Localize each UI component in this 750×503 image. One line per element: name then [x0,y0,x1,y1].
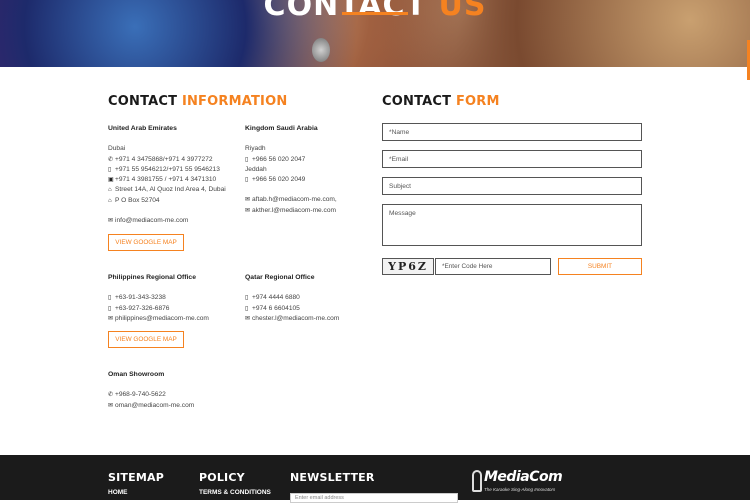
office-phone: +968-9-740-5622 [115,391,166,399]
newsletter-email-input[interactable]: Enter email address [290,493,458,503]
office-name: United Arab Emirates [108,125,177,132]
philippines-google-map-button[interactable]: VIEW GOOGLE MAP [108,331,184,348]
mobile-icon: ▯ [245,156,249,163]
email-icon: ✉ [108,218,114,225]
logo-tagline: The Karaoke Sing-Along Innovators [484,487,556,492]
microphone-image [312,38,330,62]
office-address: Street 14A, Al Quoz Ind Area 4, Dubai [115,186,226,194]
office-email-line[interactable]: ✉ akther.l@mediacom-me.com [245,206,337,216]
heading-word-1: CONTACT [382,94,452,109]
office-fax-line: ▣+971 4 3981755 / +971 4 3471310 [108,175,226,185]
phone-icon: ✆ [108,392,114,399]
heading-word-2: FORM [455,94,500,109]
office-email-line[interactable]: ✉ aftab.h@mediacom-me.com, [245,195,337,205]
contact-form-heading: CONTACT FORM [382,94,500,109]
office-mobile: +971 55 9546212/+971 55 9546213 [115,165,220,173]
office-email[interactable]: philippines@mediacom-me.com [115,315,209,322]
mediacom-logo[interactable]: MediaCom The Karaoke Sing-Along Innovato… [472,469,572,499]
message-textarea[interactable]: Message [382,204,642,246]
office-mobile: +63-91-343-3238 [115,294,166,302]
email-icon: ✉ [108,402,114,409]
home-icon: ⌂ [108,187,112,194]
mobile-icon: ▯ [245,177,249,184]
office-mobile: +974 4444 6880 [252,294,300,302]
footer-sitemap-title: SITEMAP [108,471,164,484]
office-email[interactable]: info@mediacom-me.com [115,217,188,224]
office-mobile: +974 6 6604105 [252,304,300,312]
site-footer: SITEMAP HOME POLICY TERMS & CONDITIONS N… [0,455,750,503]
office-mobile-line: ▯ +974 6 6604105 [245,304,339,314]
office-mobile-line: ▯ +966 56 020 2047 [245,155,337,165]
phone-icon: ✆ [108,156,114,163]
contact-information-heading: CONTACT INFORMATION [108,94,287,109]
office-pobox: P O Box 52704 [115,196,160,204]
microphone-logo-icon [472,470,482,492]
email-icon: ✉ [245,315,251,322]
email-input[interactable]: *Email [382,150,642,168]
office-tel-line: ✆ +971 4 3475868/+971 4 3977272 [108,155,226,165]
name-input[interactable]: *Name [382,123,642,141]
office-city: Riyadh [245,145,266,153]
office-email-line[interactable]: ✉ chester.l@mediacom-me.com [245,314,339,324]
office-address-line: ⌂ Street 14A, Al Quoz Ind Area 4, Dubai [108,185,226,195]
hero-banner: CONTACT US [0,0,750,67]
office-mobile-line: ▯ +63-927-326-6876 [108,304,209,314]
office-qatar: Qatar Regional Office ▯ +974 4444 6880 ▯ +… [245,273,339,324]
title-underline [342,12,408,15]
office-phone-line: ✆ +968-9-740-5622 [108,390,194,400]
office-mobile: +966 56 020 2047 [252,155,306,163]
heading-word-1: CONTACT [108,94,178,109]
office-uae: United Arab Emirates Dubai ✆ +971 4 34758… [108,124,226,226]
office-mobile-line: ▯ +974 4444 6880 [245,293,339,303]
mobile-icon: ▯ [108,166,112,173]
heading-word-2: INFORMATION [181,94,288,109]
page-title-part2: US [438,0,487,23]
office-name: Qatar Regional Office [245,274,315,281]
office-ksa: Kingdom Saudi Arabia Riyadh ▯ +966 56 020… [245,124,337,216]
office-email-line[interactable]: ✉ oman@mediacom-me.com [108,401,194,411]
office-mobile-line: ▯ +971 55 9546212/+971 55 9546213 [108,165,226,175]
office-city: Dubai [108,145,126,153]
office-city: Jeddah [245,165,267,173]
mobile-icon: ▯ [108,305,112,312]
footer-policy-title: POLICY [199,471,245,484]
submit-button[interactable]: SUBMIT [558,258,642,275]
office-email[interactable]: chester.l@mediacom-me.com [252,315,339,322]
office-email[interactable]: aftab.h@mediacom-me.com, [252,196,337,203]
office-tel: +971 4 3475868/+971 4 3977272 [115,155,213,163]
subject-input[interactable]: Subject [382,177,642,195]
office-pobox-line: ⌂ P O Box 52704 [108,196,226,206]
office-philippines: Philippines Regional Office ▯ +63-91-343-… [108,273,209,324]
office-fax: +971 4 3981755 / +971 4 3471310 [115,176,217,184]
mobile-icon: ▯ [245,305,249,312]
office-name: Philippines Regional Office [108,274,196,281]
office-email[interactable]: oman@mediacom-me.com [115,402,194,409]
uae-google-map-button[interactable]: VIEW GOOGLE MAP [108,234,184,251]
fax-icon: ▣ [108,177,114,184]
footer-link-terms[interactable]: TERMS & CONDITIONS [199,489,271,496]
office-mobile-line: ▯ +966 56 020 2049 [245,175,337,185]
email-icon: ✉ [245,207,251,214]
email-icon: ✉ [108,315,114,322]
office-mobile: +63-927-326-6876 [115,304,170,312]
office-oman: Oman Showroom ✆ +968-9-740-5622 ✉ oman@med… [108,370,194,411]
mobile-icon: ▯ [245,295,249,302]
office-name: Oman Showroom [108,371,165,378]
office-mobile: +966 56 020 2049 [252,176,306,184]
office-mobile-line: ▯ +63-91-343-3238 [108,293,209,303]
office-email[interactable]: akther.l@mediacom-me.com [252,207,336,214]
email-icon: ✉ [245,197,251,204]
office-email-line[interactable]: ✉ info@mediacom-me.com [108,216,226,226]
footer-newsletter-title: NEWSLETTER [290,471,375,484]
captcha-input[interactable]: *Enter Code Here [435,258,551,275]
office-email-line[interactable]: ✉ philippines@mediacom-me.com [108,314,209,324]
footer-link-home[interactable]: HOME [108,489,128,496]
mobile-icon: ▯ [108,295,112,302]
pobox-icon: ⌂ [108,197,112,204]
captcha-image: YP6Z [382,258,434,275]
office-name: Kingdom Saudi Arabia [245,125,318,132]
logo-brand-text: MediaCom [484,469,563,485]
